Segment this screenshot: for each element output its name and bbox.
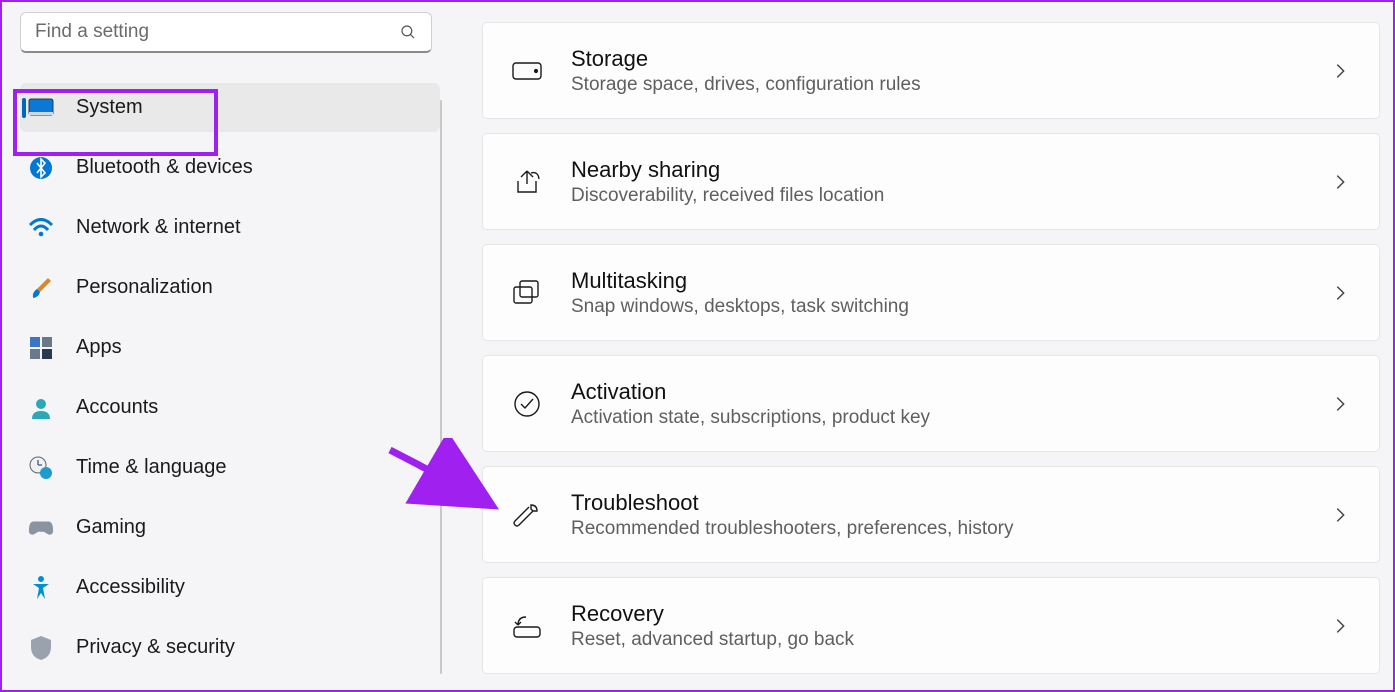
sidebar-item-gaming[interactable]: Gaming: [20, 503, 440, 552]
clock-globe-icon: [28, 455, 54, 481]
card-nearby-sharing[interactable]: Nearby sharing Discoverability, received…: [482, 133, 1380, 230]
shield-icon: [28, 635, 54, 661]
sidebar-item-label: Accounts: [76, 396, 158, 419]
main-content: Storage Storage space, drives, configura…: [482, 22, 1378, 690]
sidebar-item-label: Accessibility: [76, 576, 185, 599]
accessibility-icon: [28, 575, 54, 601]
chevron-right-icon: [1325, 60, 1355, 82]
wifi-icon: [28, 215, 54, 241]
paintbrush-icon: [28, 275, 54, 301]
card-multitasking[interactable]: Multitasking Snap windows, desktops, tas…: [482, 244, 1380, 341]
chevron-right-icon: [1325, 504, 1355, 526]
person-icon: [28, 395, 54, 421]
card-title: Multitasking: [571, 268, 1325, 294]
sidebar: System Bluetooth & devices Network & int…: [2, 2, 447, 690]
bluetooth-icon: [28, 155, 54, 181]
sidebar-item-label: Bluetooth & devices: [76, 156, 253, 179]
card-recovery[interactable]: Recovery Reset, advanced startup, go bac…: [482, 577, 1380, 674]
sidebar-item-personalization[interactable]: Personalization: [20, 263, 440, 312]
card-title: Nearby sharing: [571, 157, 1325, 183]
card-subtitle: Recommended troubleshooters, preferences…: [571, 518, 1325, 540]
sidebar-item-label: Time & language: [76, 456, 226, 479]
checkmark-circle-icon: [507, 390, 547, 418]
sidebar-item-network[interactable]: Network & internet: [20, 203, 440, 252]
card-storage[interactable]: Storage Storage space, drives, configura…: [482, 22, 1380, 119]
search-box[interactable]: [20, 12, 432, 53]
chevron-right-icon: [1325, 171, 1355, 193]
card-subtitle: Reset, advanced startup, go back: [571, 629, 1325, 651]
storage-icon: [507, 62, 547, 80]
sidebar-item-accounts[interactable]: Accounts: [20, 383, 440, 432]
sidebar-item-accessibility[interactable]: Accessibility: [20, 563, 440, 612]
sidebar-item-apps[interactable]: Apps: [20, 323, 440, 372]
apps-icon: [28, 335, 54, 361]
card-subtitle: Discoverability, received files location: [571, 185, 1325, 207]
sidebar-item-privacy[interactable]: Privacy & security: [20, 623, 440, 672]
card-title: Storage: [571, 46, 1325, 72]
sidebar-item-system[interactable]: System: [20, 83, 440, 132]
card-troubleshoot[interactable]: Troubleshoot Recommended troubleshooters…: [482, 466, 1380, 563]
sidebar-item-label: Network & internet: [76, 216, 241, 239]
search-input[interactable]: [35, 21, 399, 43]
sidebar-nav: System Bluetooth & devices Network & int…: [20, 83, 440, 672]
recovery-icon: [507, 613, 547, 639]
search-icon: [399, 23, 417, 41]
chevron-right-icon: [1325, 282, 1355, 304]
sidebar-item-label: Apps: [76, 336, 122, 359]
card-title: Activation: [571, 379, 1325, 405]
chevron-right-icon: [1325, 615, 1355, 637]
card-title: Recovery: [571, 601, 1325, 627]
share-icon: [507, 168, 547, 196]
system-icon: [28, 95, 54, 121]
card-subtitle: Snap windows, desktops, task switching: [571, 296, 1325, 318]
card-activation[interactable]: Activation Activation state, subscriptio…: [482, 355, 1380, 452]
multitasking-icon: [507, 279, 547, 307]
chevron-right-icon: [1325, 393, 1355, 415]
sidebar-item-label: Personalization: [76, 276, 213, 299]
sidebar-item-label: Privacy & security: [76, 636, 235, 659]
sidebar-item-bluetooth[interactable]: Bluetooth & devices: [20, 143, 440, 192]
sidebar-item-label: Gaming: [76, 516, 146, 539]
card-subtitle: Storage space, drives, configuration rul…: [571, 74, 1325, 96]
sidebar-item-label: System: [76, 96, 143, 119]
sidebar-item-time-language[interactable]: Time & language: [20, 443, 440, 492]
wrench-icon: [507, 501, 547, 529]
card-title: Troubleshoot: [571, 490, 1325, 516]
sidebar-scrollbar[interactable]: [440, 100, 442, 674]
card-subtitle: Activation state, subscriptions, product…: [571, 407, 1325, 429]
gamepad-icon: [28, 515, 54, 541]
